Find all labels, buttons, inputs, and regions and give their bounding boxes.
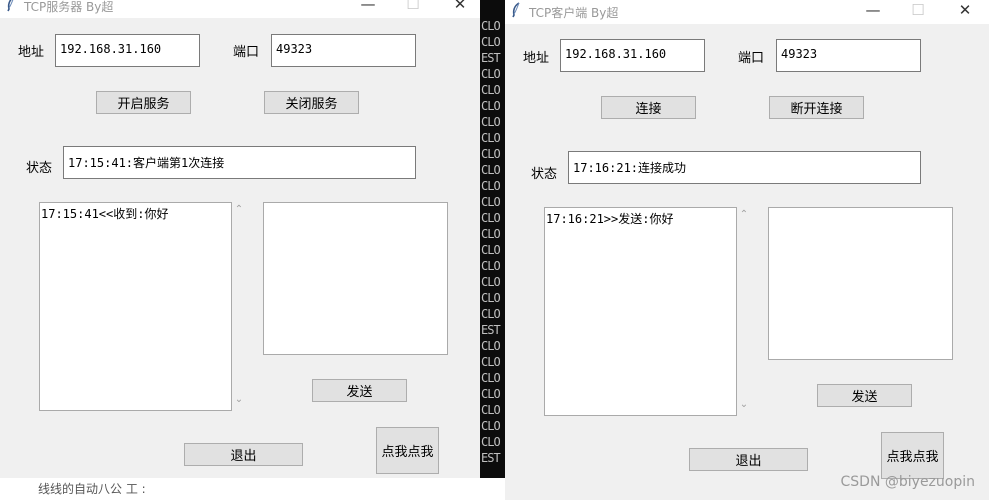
click-me-button[interactable]: 点我点我: [881, 432, 944, 479]
minimize-button[interactable]: —: [853, 0, 893, 22]
exit-button[interactable]: 退出: [184, 443, 303, 466]
console-line: CLO: [481, 19, 501, 33]
server-titlebar[interactable]: TCP服务器 By超 — ☐ ✕: [0, 0, 480, 18]
background-text: 线线的自动八公 工 :: [38, 482, 146, 496]
address-input[interactable]: 192.168.31.160: [560, 39, 705, 72]
connect-button[interactable]: 连接: [601, 96, 696, 119]
click-me-button[interactable]: 点我点我: [376, 427, 439, 474]
sent-log[interactable]: 17:16:21>>发送:你好: [544, 207, 737, 416]
port-input[interactable]: 49323: [271, 34, 416, 67]
server-window: TCP服务器 By超 — ☐ ✕ 地址 192.168.31.160 端口 49…: [0, 0, 480, 478]
console-line: CLO: [481, 99, 501, 113]
console-line: CLO: [481, 179, 501, 193]
received-log[interactable]: 17:15:41<<收到:你好: [39, 202, 232, 411]
console-line: EST: [481, 51, 501, 65]
console-line: CLO: [481, 243, 501, 257]
client-titlebar[interactable]: TCP客户端 By超 — ☐ ✕: [505, 0, 989, 24]
scroll-up-icon[interactable]: ⌃: [737, 209, 751, 220]
message-input[interactable]: [768, 207, 953, 360]
minimize-button[interactable]: —: [348, 0, 388, 16]
console-line: CLO: [481, 259, 501, 273]
scroll-up-icon[interactable]: ⌃: [232, 204, 246, 215]
status-field: 17:15:41:客户端第1次连接: [63, 146, 416, 179]
console-line: CLO: [481, 307, 501, 321]
send-button[interactable]: 发送: [817, 384, 912, 407]
close-button[interactable]: ✕: [440, 0, 480, 16]
start-service-button[interactable]: 开启服务: [96, 91, 191, 114]
stop-service-button[interactable]: 关闭服务: [264, 91, 359, 114]
feather-icon: [512, 2, 520, 18]
address-label: 地址: [523, 51, 550, 66]
close-button[interactable]: ✕: [945, 0, 985, 22]
console-line: CLO: [481, 67, 501, 81]
scroll-down-icon[interactable]: ⌄: [737, 399, 751, 410]
console-line: EST: [481, 323, 501, 337]
address-input[interactable]: 192.168.31.160: [55, 34, 200, 67]
console-line: CLO: [481, 83, 501, 97]
console-line: CLO: [481, 419, 501, 433]
console-line: CLO: [481, 147, 501, 161]
console-line: CLO: [481, 291, 501, 305]
console-line: CLO: [481, 275, 501, 289]
console-line: CLO: [481, 195, 501, 209]
console-line: CLO: [481, 227, 501, 241]
scroll-down-icon[interactable]: ⌄: [232, 394, 246, 405]
status-field: 17:16:21:连接成功: [568, 151, 921, 184]
watermark: CSDN @biyezuopin: [840, 474, 975, 490]
exit-button[interactable]: 退出: [689, 448, 808, 471]
console-line: CLO: [481, 435, 501, 449]
maximize-button[interactable]: ☐: [393, 0, 433, 16]
message-input[interactable]: [263, 202, 448, 355]
console-line: CLO: [481, 403, 501, 417]
console-line: CLO: [481, 387, 501, 401]
client-window: TCP客户端 By超 — ☐ ✕ 地址 192.168.31.160 端口 49…: [505, 0, 989, 500]
console-line: CLO: [481, 35, 501, 49]
address-label: 地址: [18, 45, 45, 60]
client-window-title: TCP客户端 By超: [529, 6, 619, 20]
maximize-button[interactable]: ☐: [898, 0, 938, 22]
disconnect-button[interactable]: 断开连接: [769, 96, 864, 119]
background-console: CLO CLO EST CLO CLO CLO CLO CLO CLO CLO …: [479, 0, 505, 500]
console-line: EST: [481, 451, 501, 465]
console-line: CLO: [481, 339, 501, 353]
status-label: 状态: [26, 161, 53, 176]
feather-icon: [7, 0, 14, 12]
console-line: CLO: [481, 131, 501, 145]
console-line: CLO: [481, 115, 501, 129]
console-line: CLO: [481, 163, 501, 177]
console-line: CLO: [481, 371, 501, 385]
port-label: 端口: [738, 51, 765, 66]
server-window-title: TCP服务器 By超: [24, 0, 114, 14]
port-input[interactable]: 49323: [776, 39, 921, 72]
console-line: CLO: [481, 211, 501, 225]
console-line: CLO: [481, 355, 501, 369]
background-window-strip: 线线的自动八公 工 :: [0, 478, 505, 500]
send-button[interactable]: 发送: [312, 379, 407, 402]
port-label: 端口: [233, 45, 260, 60]
status-label: 状态: [531, 167, 558, 182]
